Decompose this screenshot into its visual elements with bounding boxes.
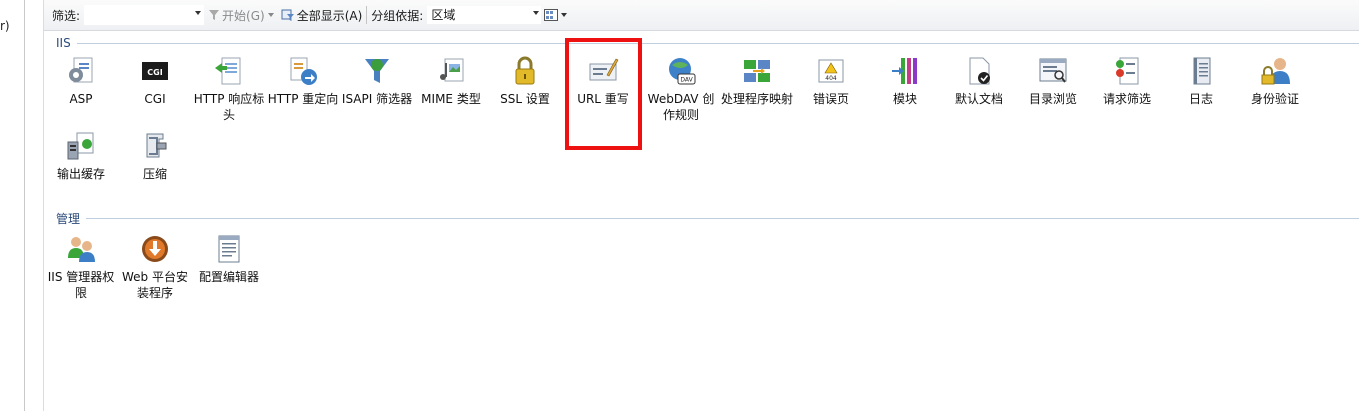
svg-text:DAV: DAV <box>680 77 693 84</box>
features-toolbar: 筛选: 开始(G) 全部显示(A) 分组依据: 区域 <box>44 0 1359 31</box>
group-by-value: 区域 <box>431 8 456 22</box>
pane-splitter[interactable] <box>25 0 44 411</box>
feature-web-platform-installer[interactable]: Web 平台安装程序 <box>118 233 192 301</box>
feature-logging[interactable]: 日志 <box>1164 55 1238 107</box>
feature-iis-manager-permissions[interactable]: IIS 管理器权限 <box>44 233 118 301</box>
feature-configuration-editor[interactable]: 配置编辑器 <box>192 233 266 285</box>
webdav-icon: DAV <box>669 58 696 85</box>
feature-ssl-settings[interactable]: SSL 设置 <box>488 55 562 107</box>
feature-label: ISAPI 筛选器 <box>341 92 413 106</box>
filter-label: 筛选: <box>52 8 81 23</box>
feature-label: CGI <box>144 92 166 106</box>
feature-authentication[interactable]: 身份验证 <box>1238 55 1312 107</box>
view-dropdown-arrow-icon[interactable] <box>561 13 568 17</box>
feature-isapi-filters[interactable]: ISAPI 筛选器 <box>340 55 414 107</box>
http-redirect-icon <box>290 57 317 85</box>
feature-label: 身份验证 <box>1250 92 1299 106</box>
default-document-icon <box>969 57 990 85</box>
feature-compression[interactable]: 压缩 <box>118 130 192 182</box>
feature-label: 错误页 <box>812 92 849 106</box>
feature-label: Web 平台安装程序 <box>122 270 188 300</box>
feature-http-response-headers[interactable]: HTTP 响应标头 <box>192 55 266 123</box>
start-filter-button[interactable]: 开始(G) <box>208 7 265 24</box>
section-header-management[interactable]: 管理 <box>56 210 1359 227</box>
feature-error-pages[interactable]: 404 错误页 <box>794 55 868 107</box>
feature-label: 日志 <box>1188 92 1213 106</box>
feature-label: IIS 管理器权限 <box>47 270 115 300</box>
show-all-label: 全部显示(A) <box>296 8 363 23</box>
filter-input[interactable] <box>84 5 205 25</box>
output-caching-icon <box>67 132 94 160</box>
feature-label: 压缩 <box>142 167 167 181</box>
feature-label: 请求筛选 <box>1102 92 1151 106</box>
feature-label: 默认文档 <box>954 92 1003 106</box>
cgi-icon: CGI <box>142 62 168 80</box>
start-dropdown-arrow-icon[interactable] <box>267 13 274 17</box>
feature-label: HTTP 响应标头 <box>193 92 265 122</box>
asp-icon <box>69 57 93 83</box>
feature-directory-browsing[interactable]: 目录浏览 <box>1016 55 1090 107</box>
svg-text:404: 404 <box>825 75 837 82</box>
feature-label: WebDAV 创作规则 <box>647 92 715 122</box>
feature-label: 输出缓存 <box>56 167 105 181</box>
authentication-icon <box>1261 58 1290 85</box>
feature-label: HTTP 重定向 <box>267 92 339 106</box>
feature-http-redirect[interactable]: HTTP 重定向 <box>266 55 340 107</box>
group-by-dropdown-arrow-icon[interactable] <box>533 11 540 15</box>
request-filtering-icon <box>1116 57 1139 85</box>
handler-mappings-icon <box>744 60 770 82</box>
feature-handler-mappings[interactable]: 处理程序映射 <box>720 55 794 107</box>
web-platform-installer-icon <box>142 236 168 262</box>
start-filter-label: 开始(G) <box>222 8 265 23</box>
error-pages-icon: 404 <box>818 59 844 83</box>
left-connections-pane: r) <box>0 0 25 411</box>
show-all-button[interactable]: 全部显示(A) <box>281 7 363 24</box>
feature-label: ASP <box>69 92 93 106</box>
url-rewrite-highlight-box <box>565 38 642 150</box>
toolbar-separator <box>366 6 368 24</box>
section-title-management: 管理 <box>56 212 81 226</box>
feature-label: SSL 设置 <box>500 92 550 106</box>
iis-manager-permissions-icon <box>68 237 95 262</box>
mime-types-icon <box>440 58 464 82</box>
show-all-icon <box>281 9 294 21</box>
feature-asp[interactable]: ASP <box>44 55 118 107</box>
feature-label: MIME 类型 <box>421 92 481 106</box>
filter-dropdown-arrow-icon[interactable] <box>195 11 202 15</box>
section-divider <box>76 42 1359 44</box>
feature-request-filtering[interactable]: 请求筛选 <box>1090 55 1164 107</box>
icon-view-grid-icon <box>544 9 559 21</box>
feature-modules[interactable]: 模块 <box>868 55 942 107</box>
feature-label: 配置编辑器 <box>198 270 259 284</box>
view-mode-button[interactable] <box>544 9 570 21</box>
svg-text:CGI: CGI <box>147 68 162 77</box>
feature-mime-types[interactable]: MIME 类型 <box>414 55 488 107</box>
group-by-select[interactable]: 区域 <box>427 6 542 24</box>
feature-output-caching[interactable]: 输出缓存 <box>44 130 118 182</box>
ssl-lock-icon <box>515 56 535 85</box>
truncated-text: r) <box>0 19 10 33</box>
configuration-editor-icon <box>218 235 240 263</box>
isapi-filters-icon <box>365 59 389 83</box>
feature-default-document[interactable]: 默认文档 <box>942 55 1016 107</box>
feature-label: 目录浏览 <box>1028 92 1077 106</box>
logging-icon <box>1193 57 1211 85</box>
section-divider <box>86 218 1359 219</box>
compression-icon <box>146 133 167 158</box>
feature-label: 模块 <box>892 92 917 106</box>
feature-cgi[interactable]: CGI CGI <box>118 55 192 107</box>
group-by-label: 分组依据: <box>371 8 424 23</box>
http-response-headers-icon <box>215 57 241 85</box>
funnel-icon <box>209 10 220 20</box>
modules-icon <box>892 58 917 84</box>
section-header-iis[interactable]: IIS <box>56 36 1359 50</box>
feature-label: 处理程序映射 <box>720 92 793 106</box>
directory-browsing-icon <box>1039 58 1067 83</box>
feature-webdav-authoring-rules[interactable]: DAV WebDAV 创作规则 <box>644 55 718 123</box>
section-title-iis: IIS <box>56 36 71 50</box>
